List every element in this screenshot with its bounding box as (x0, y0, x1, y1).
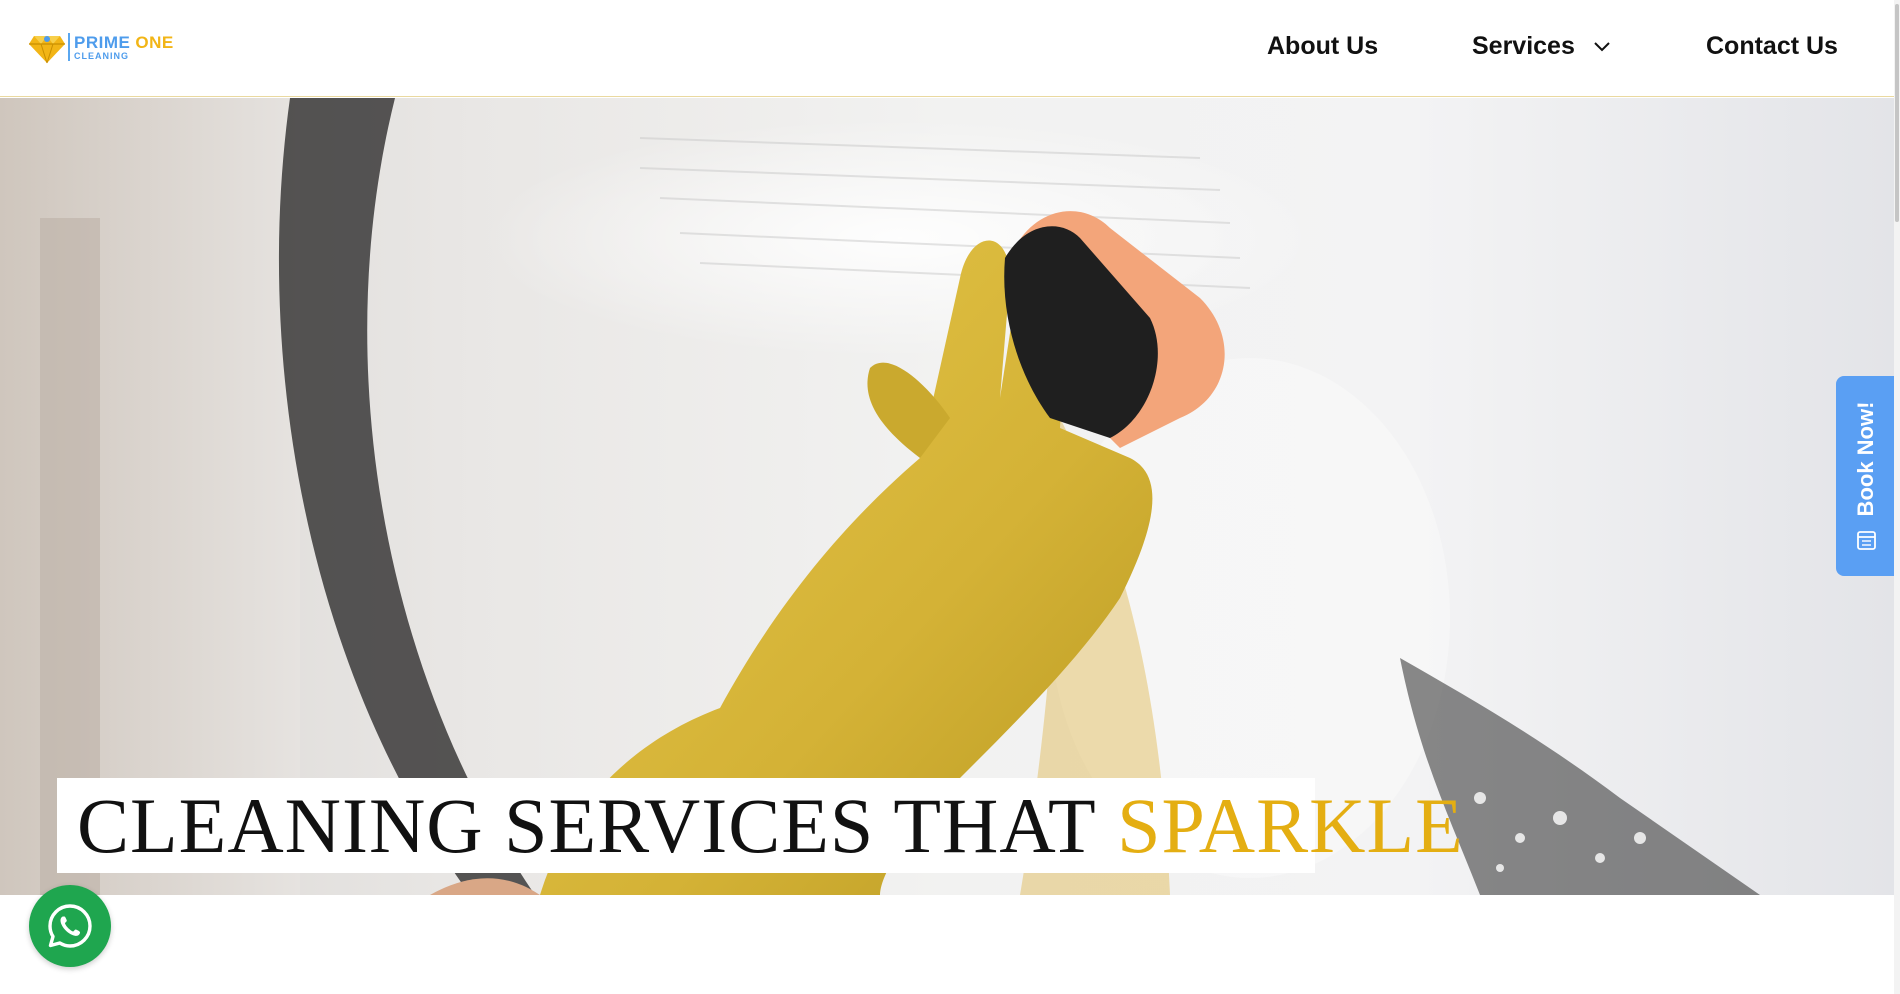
book-now-label: Book Now! (1853, 401, 1878, 517)
whatsapp-icon (48, 904, 92, 948)
nav-about-us[interactable]: About Us (1267, 30, 1378, 62)
logo[interactable]: PRIME ONE CLEANING (28, 30, 174, 64)
nav-contact-us[interactable]: Contact Us (1706, 30, 1838, 62)
nav-contact-us-label: Contact Us (1706, 31, 1838, 60)
nav-about-us-label: About Us (1267, 31, 1379, 60)
hero-banner: CLEANING SERVICES THAT SPARKLE (0, 98, 1894, 895)
hero-headline: CLEANING SERVICES THAT SPARKLE (57, 778, 1463, 873)
hero-headline-accent: SPARKLE (1117, 781, 1464, 869)
whatsapp-button[interactable] (29, 885, 111, 967)
calendar-icon (1857, 531, 1876, 550)
hero-image (0, 98, 1760, 895)
logo-subtitle: CLEANING (74, 50, 129, 61)
site-header: PRIME ONE CLEANING About Us Services Cont… (0, 0, 1894, 97)
logo-word-one: ONE (135, 32, 174, 52)
logo-word-prime: PRIME (74, 32, 131, 52)
page-scrollbar[interactable] (1894, 0, 1900, 994)
scrollbar-thumb[interactable] (1895, 4, 1899, 222)
book-now-tab[interactable]: Book Now! (1836, 376, 1896, 576)
logo-divider (68, 33, 70, 61)
chevron-down-icon (1594, 42, 1610, 52)
logo-wordmark: PRIME ONE CLEANING (74, 34, 174, 61)
page: PRIME ONE CLEANING About Us Services Cont… (0, 0, 1900, 994)
nav-services[interactable]: Services (1472, 30, 1611, 62)
hero-headline-main: CLEANING SERVICES THAT (77, 781, 1097, 869)
nav-services-label: Services (1472, 31, 1575, 60)
diamond-logo-icon (29, 36, 65, 64)
